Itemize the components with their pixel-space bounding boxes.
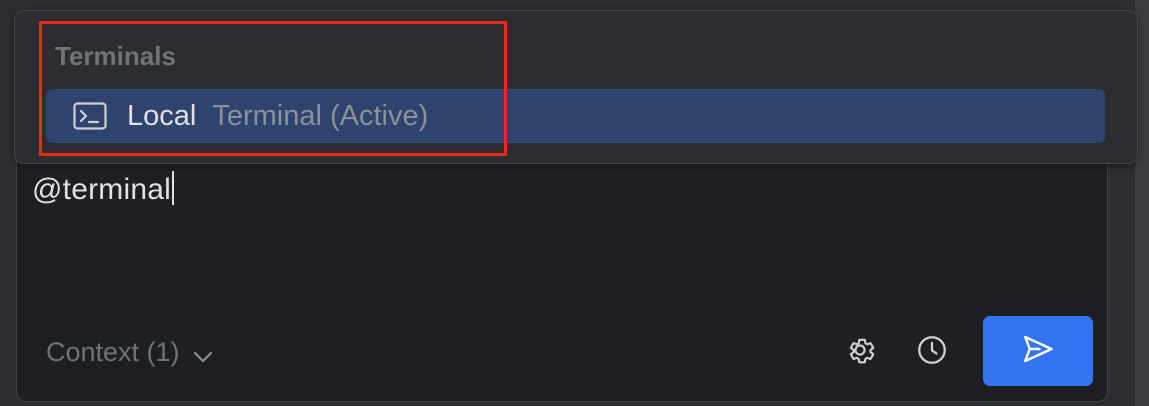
popup-item-sublabel: Terminal (Active) [212,100,429,132]
context-label: Context (1) [46,337,180,367]
text-caret [171,171,174,205]
chat-window: @terminal Context (1) Terminals Local Te… [0,0,1149,406]
terminal-icon [72,101,108,131]
settings-button[interactable] [842,334,878,370]
send-icon [1020,331,1056,372]
chat-input-field[interactable]: @terminal [32,170,174,210]
popup-section-header: Terminals [55,41,176,71]
popup-item-label: Local [127,100,197,132]
send-button[interactable] [983,316,1093,386]
chat-input-value: @terminal [32,173,171,206]
chevron-down-icon [192,341,214,363]
mention-popup: Terminals Local Terminal (Active) [14,10,1138,164]
gear-icon [843,333,877,372]
context-dropdown[interactable]: Context (1) [46,334,214,370]
popup-item-local-terminal[interactable]: Local Terminal (Active) [46,89,1105,143]
history-button[interactable] [914,334,950,370]
clock-icon [915,333,949,372]
